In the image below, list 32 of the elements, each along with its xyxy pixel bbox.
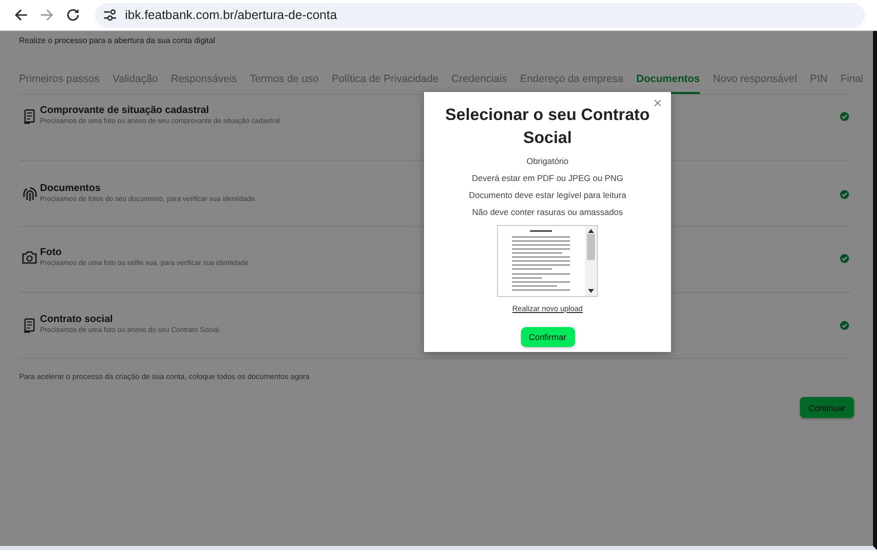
modal-title: Selecionar o seu Contrato Social xyxy=(444,105,651,149)
step-tab[interactable]: Endereço da empresa xyxy=(520,73,624,94)
step-tab[interactable]: PIN xyxy=(810,73,828,94)
continue-button[interactable]: Continuar xyxy=(800,397,854,418)
site-settings-icon[interactable] xyxy=(103,9,117,21)
document-icon xyxy=(24,109,36,125)
requirement-text: Não deve conter rasuras ou amassados xyxy=(472,207,623,218)
camera-icon xyxy=(22,251,37,264)
step-tab[interactable]: Responsáveis xyxy=(170,73,237,94)
document-title: Foto xyxy=(40,247,62,258)
scrollbar[interactable] xyxy=(585,226,597,296)
step-tab[interactable]: Política de Privacidade xyxy=(332,73,439,94)
confirm-button[interactable]: Confirmar xyxy=(520,327,574,347)
document-title: Comprovante de situação cadastral xyxy=(40,105,209,116)
close-button[interactable]: × xyxy=(653,95,662,112)
page-subtitle: Realize o processo para a abertura da sua conta digital xyxy=(19,35,216,45)
step-tab[interactable]: Credenciais xyxy=(452,73,507,94)
document-icon xyxy=(24,318,36,334)
document-title: Documentos xyxy=(40,183,101,194)
step-tab[interactable]: Novo responsável xyxy=(712,73,797,94)
scroll-down-icon[interactable] xyxy=(588,289,594,293)
step-tab[interactable]: Primeiros passos xyxy=(19,73,100,94)
step-tab[interactable]: Final xyxy=(840,73,864,94)
document-title: Contrato social xyxy=(40,314,113,325)
step-tab[interactable]: Termos de uso xyxy=(250,73,319,94)
requirement-text: Deverá estar em PDF ou JPEG ou PNG xyxy=(472,173,624,184)
requirement-text: Obrigatório xyxy=(526,156,569,167)
address-bar[interactable]: ibk.featbank.com.br/abertura-de-conta xyxy=(95,2,865,28)
step-tab[interactable]: Validação xyxy=(112,73,158,94)
url-text: ibk.featbank.com.br/abertura-de-conta xyxy=(125,8,337,22)
requirement-text: Documento deve estar legível para leitura xyxy=(468,190,626,201)
fingerprint-icon xyxy=(22,187,36,202)
